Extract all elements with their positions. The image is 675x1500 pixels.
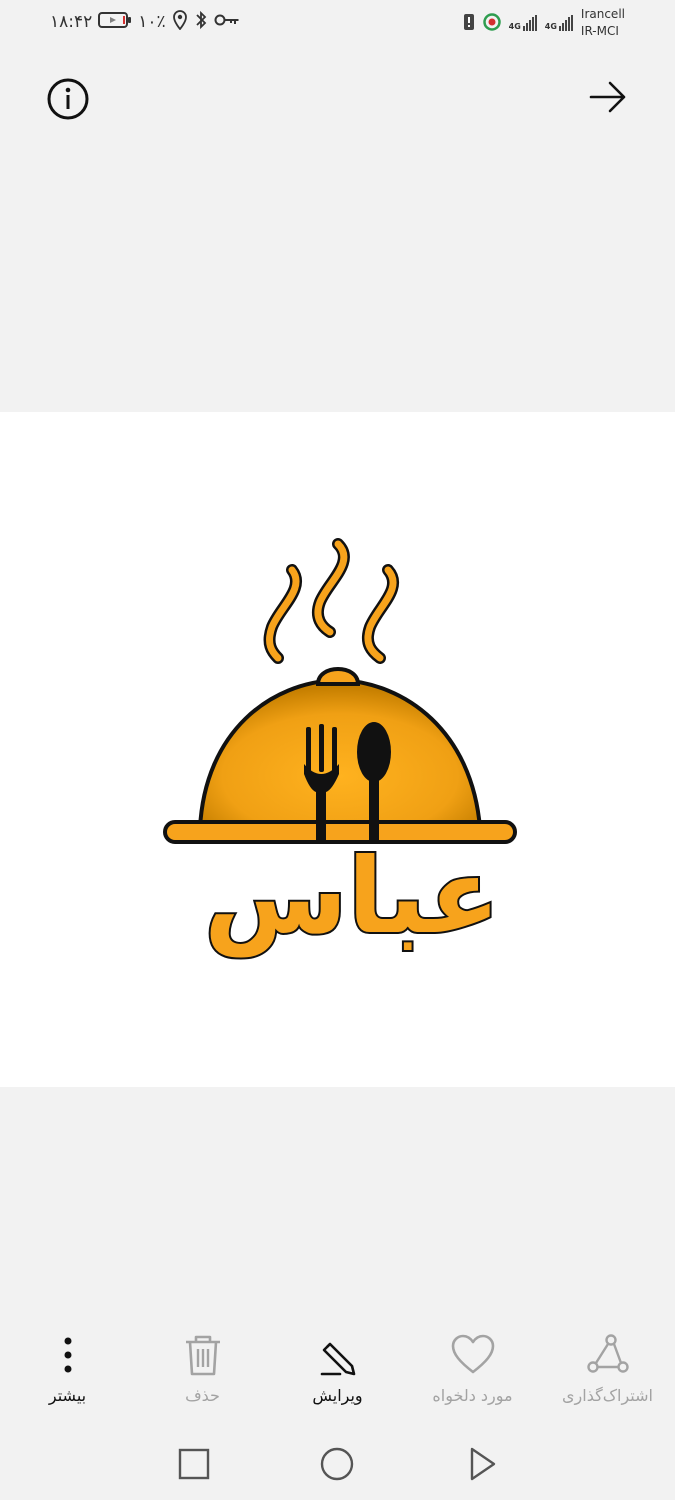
- info-button[interactable]: [44, 75, 92, 123]
- status-right: 4G 4G Irancell IR-MCI: [463, 6, 625, 40]
- edit-button[interactable]: ویرایش: [270, 1330, 405, 1420]
- location-icon: [172, 9, 188, 35]
- edit-icon: [320, 1342, 355, 1376]
- action-bar: بیشتر حذف ویرایش مورد دلخواه: [0, 1330, 675, 1420]
- nav-back-button[interactable]: [459, 1442, 503, 1486]
- more-button[interactable]: بیشتر: [0, 1330, 135, 1420]
- delete-label: حذف: [185, 1386, 220, 1405]
- favorite-button[interactable]: مورد دلخواه: [405, 1330, 540, 1420]
- top-bar: [0, 50, 675, 150]
- back-button[interactable]: [584, 73, 632, 121]
- restaurant-logo: عباس: [163, 538, 517, 959]
- delete-button[interactable]: حذف: [135, 1330, 270, 1420]
- network-type-1: 4G: [508, 22, 521, 31]
- share-label: اشتراک‌گذاری: [562, 1386, 653, 1405]
- battery-percent: ۱۰٪: [138, 12, 166, 32]
- image-viewer[interactable]: عباس: [0, 412, 675, 1087]
- app-notification-icon: [482, 12, 501, 34]
- logo-text: عباس: [204, 835, 500, 957]
- favorite-label: مورد دلخواه: [432, 1386, 513, 1405]
- bluetooth-icon: [194, 10, 208, 35]
- info-icon: [47, 78, 89, 120]
- heart-icon: [451, 1334, 494, 1374]
- signal-icon: [558, 15, 573, 31]
- carrier-2: IR-MCI: [580, 24, 619, 38]
- more-icon: [64, 1337, 71, 1373]
- arrow-right-icon: [589, 81, 626, 113]
- signal-group-2: 4G: [545, 15, 573, 31]
- status-left: ۱۸:۴۲ ۱۰٪: [50, 9, 240, 35]
- network-type-2: 4G: [544, 22, 557, 31]
- cloche-knob: [315, 667, 361, 686]
- home-button[interactable]: [315, 1442, 359, 1486]
- back-triangle-icon: [470, 1447, 496, 1481]
- edit-label: ویرایش: [312, 1386, 363, 1405]
- more-label: بیشتر: [48, 1386, 87, 1405]
- alert-icon: [463, 12, 475, 35]
- carrier-names: Irancell IR-MCI: [581, 6, 625, 40]
- signal-icon: [522, 15, 537, 31]
- vpn-key-icon: [214, 12, 240, 32]
- navigation-bar: [0, 1430, 675, 1500]
- recents-square-icon: [178, 1448, 210, 1480]
- battery-icon: [98, 11, 132, 34]
- clock: ۱۸:۴۲: [50, 12, 93, 32]
- share-button[interactable]: اشتراک‌گذاری: [540, 1330, 675, 1420]
- share-icon: [586, 1334, 629, 1373]
- status-bar: ۱۸:۴۲ ۱۰٪ 4G 4G Irancell IR-MCI: [0, 0, 675, 46]
- cloche-dome: [197, 677, 483, 830]
- recents-button[interactable]: [172, 1442, 216, 1486]
- carrier-1: Irancell: [580, 7, 625, 21]
- signal-group-1: 4G: [509, 15, 537, 31]
- trash-icon: [185, 1335, 220, 1376]
- home-circle-icon: [320, 1447, 354, 1481]
